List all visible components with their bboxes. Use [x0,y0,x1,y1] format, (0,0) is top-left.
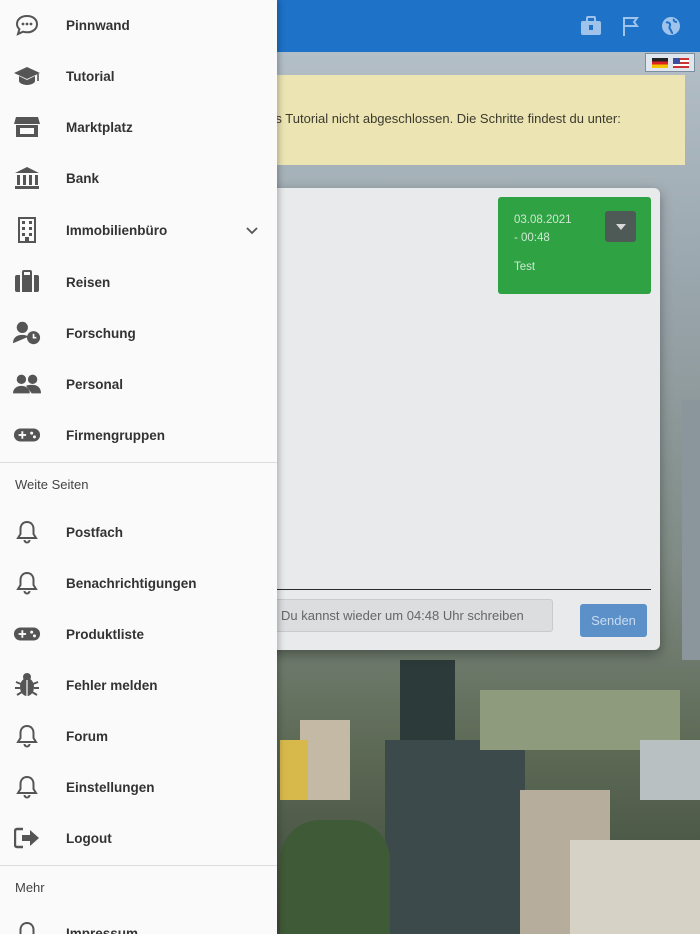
navigation-drawer: Pinnwand Tutorial Marktplatz Bank Immobi… [0,0,277,934]
logout-icon [13,824,41,852]
nav-item-personal[interactable]: Personal [0,361,277,407]
nav-item-fehler-melden[interactable]: Fehler melden [0,662,277,708]
users-icon [13,370,41,398]
chat-message-input[interactable]: Du kannst wieder um 04:48 Uhr schreiben [268,599,553,632]
nav-item-label: Benachrichtigungen [66,575,197,591]
bell-icon [13,919,41,934]
tutorial-notice: o, ast das Tutorial nicht abgeschlossen.… [240,75,685,165]
nav-item-marktplatz[interactable]: Marktplatz [0,104,277,150]
nav-item-label: Bank [66,170,100,186]
nav-item-forschung[interactable]: Forschung [0,310,277,356]
nav-item-produktliste[interactable]: Produktliste [0,611,277,657]
nav-item-label: Forum [66,728,108,744]
section-heading-mehr: Mehr [15,880,45,895]
suitcase-icon [13,268,41,296]
gamepad-icon [13,421,41,449]
nav-item-label: Tutorial [66,68,115,84]
nav-item-postfach[interactable]: Postfach [0,509,277,555]
nav-item-pinnwand[interactable]: Pinnwand [0,2,277,48]
nav-item-label: Firmengruppen [66,427,166,443]
bell-icon [13,518,41,546]
nav-item-firmengruppen[interactable]: Firmengruppen [0,412,277,458]
nav-item-label: Reisen [66,274,111,290]
nav-item-forum[interactable]: Forum [0,713,277,759]
drawer-divider [0,462,277,463]
nav-item-label: Forschung [66,325,136,341]
nav-item-label: Pinnwand [66,17,130,33]
nav-item-label: Immobilienbüro [66,222,168,238]
chat-bubble-icon [13,11,41,39]
briefcase-icon[interactable] [579,14,603,38]
nav-item-label: Postfach [66,524,124,540]
gamepad-icon [13,620,41,648]
nav-item-logout[interactable]: Logout [0,815,277,861]
bug-icon [13,671,41,699]
nav-item-label: Impressum [66,925,139,934]
globe-icon[interactable] [659,14,683,38]
message-options-button[interactable] [605,211,636,242]
tutorial-link[interactable]: rial [240,129,685,149]
chat-panel: 03.08.2021 - 00:48 Test Du kannst wieder… [240,188,660,650]
bank-icon [13,164,41,192]
nav-item-reisen[interactable]: Reisen [0,259,277,305]
send-button[interactable]: Senden [580,604,647,637]
drawer-divider [0,865,277,866]
chat-divider [260,589,651,590]
section-heading-weitere: Weite Seiten [15,477,89,492]
caret-down-icon [615,223,626,230]
nav-item-benachrichtigungen[interactable]: Benachrichtigungen [0,560,277,606]
nav-item-impressum[interactable]: Impressum [0,910,277,934]
nav-item-tutorial[interactable]: Tutorial [0,53,277,99]
us-flag-icon[interactable] [672,57,689,68]
nav-item-label: Logout [66,830,112,846]
chat-message: 03.08.2021 - 00:48 Test [498,197,651,294]
notice-line-1: o, [240,89,685,109]
nav-item-immobilienbuero[interactable]: Immobilienbüro [0,207,277,253]
nav-item-label: Fehler melden [66,677,158,693]
user-clock-icon [13,319,41,347]
flag-icon[interactable] [619,14,643,38]
nav-item-einstellungen[interactable]: Einstellungen [0,764,277,810]
notice-line-2: ast das Tutorial nicht abgeschlossen. Di… [240,111,621,126]
nav-item-label: Personal [66,376,124,392]
bell-icon [13,569,41,597]
german-flag-icon[interactable] [651,57,668,68]
message-text: Test [514,261,536,273]
nav-item-label: Produktliste [66,626,145,642]
bell-icon [13,773,41,801]
nav-item-label: Einstellungen [66,779,155,795]
bell-icon [13,722,41,750]
nav-item-label: Marktplatz [66,119,133,135]
language-switcher[interactable] [645,53,695,72]
building-icon [13,216,41,244]
graduation-cap-icon [13,62,41,90]
store-icon [13,113,41,141]
nav-item-bank[interactable]: Bank [0,155,277,201]
chevron-down-icon[interactable] [244,222,260,238]
